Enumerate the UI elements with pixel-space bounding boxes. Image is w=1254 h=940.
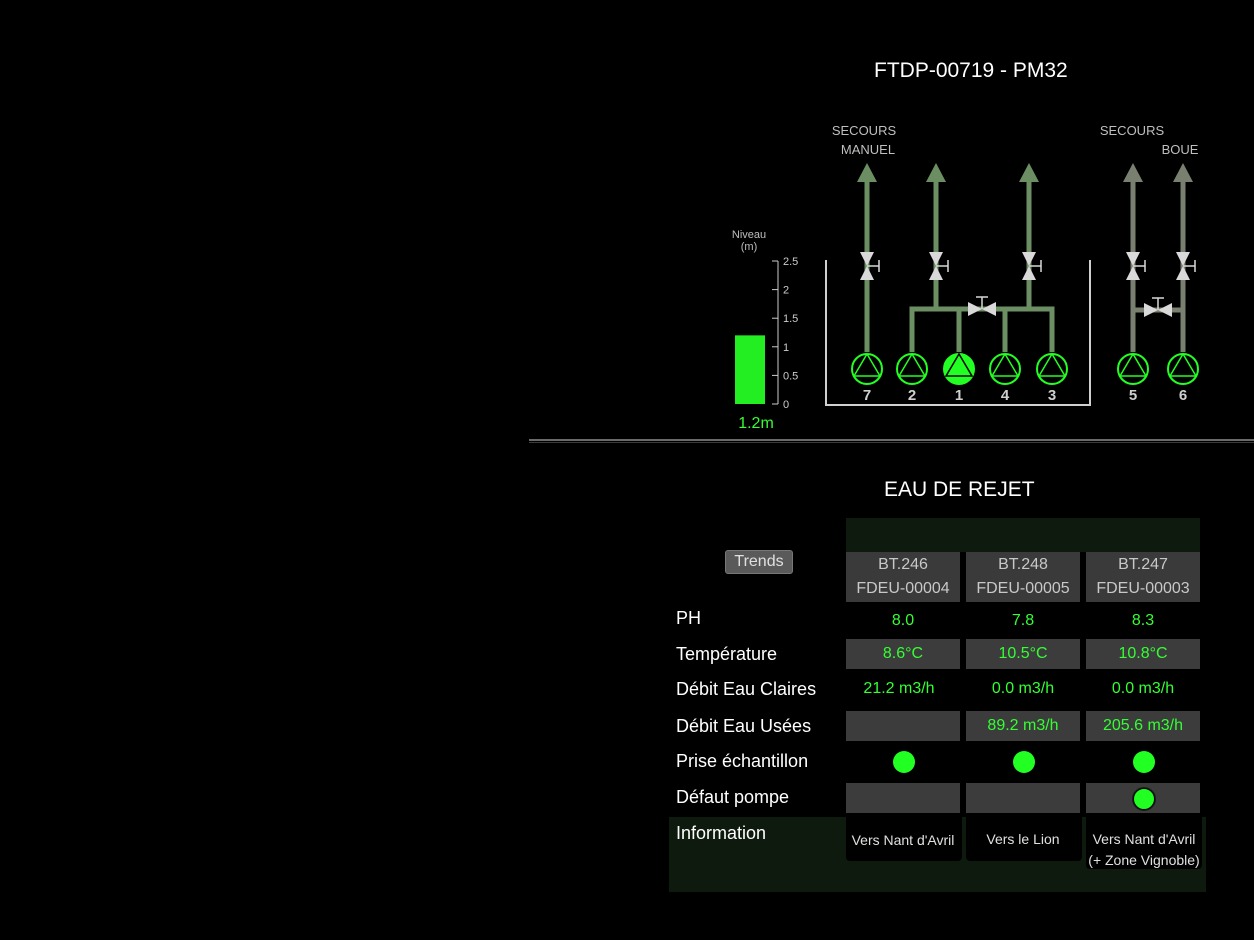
- trends-button[interactable]: Trends: [725, 550, 793, 574]
- temperature-value: 10.8°C: [1086, 639, 1200, 669]
- label-boue: BOUE: [1162, 142, 1199, 157]
- debit-claires-value: 0.0 m3/h: [1111, 680, 1175, 697]
- ph-value: 8.0: [891, 612, 915, 629]
- information-text: Vers le Lion: [965, 829, 1081, 850]
- pump-number: 3: [1048, 387, 1056, 404]
- column-header-line1: BT.246: [878, 556, 928, 573]
- ph-value: 7.8: [1011, 612, 1035, 629]
- section-divider: [529, 439, 1254, 441]
- debit-claires-value: 0.0 m3/h: [991, 680, 1055, 697]
- level-scale: 2.5 2 1.5 1 0.5 0: [772, 256, 798, 411]
- row-label-defaut: Défaut pompe: [676, 787, 790, 807]
- pipes-main: [864, 180, 1055, 352]
- pump-number: 6: [1179, 387, 1187, 404]
- pump-number: 7: [863, 387, 871, 404]
- pump-2[interactable]: 2: [896, 352, 928, 404]
- level-tick-label: 0.5: [783, 370, 798, 382]
- row-label-debit-usees: Débit Eau Usées: [676, 716, 812, 736]
- column-header-line1: BT.248: [998, 556, 1048, 573]
- prise-echantillon-indicator: [1013, 751, 1035, 773]
- label-secours-manuel-1: SECOURS: [832, 123, 897, 138]
- section-title: EAU DE REJET: [884, 478, 1035, 501]
- row-label-ph: PH: [676, 608, 702, 628]
- pump-icon: [943, 353, 975, 385]
- defaut-pompe-indicator: [1132, 787, 1156, 811]
- prise-echantillon-indicator: [893, 751, 915, 773]
- debit-usees-value: [846, 711, 960, 741]
- row-label-debit-claires: Débit Eau Claires: [676, 679, 817, 699]
- column-header-1[interactable]: BT.246 FDEU-00004: [846, 552, 960, 602]
- pump-number: 1: [955, 387, 963, 404]
- pump-6[interactable]: 6: [1167, 352, 1199, 404]
- label-secours-manuel-2: MANUEL: [841, 142, 895, 157]
- table-header-panel: [846, 518, 1200, 552]
- valve-icon: [1022, 252, 1042, 280]
- section-divider-shadow: [529, 442, 1254, 443]
- prise-echantillon-indicator: [1133, 751, 1155, 773]
- pump-1[interactable]: 1: [943, 352, 975, 404]
- row-label-information: Information: [676, 823, 767, 843]
- valve-icon: [1176, 252, 1196, 280]
- column-header-2[interactable]: BT.248 FDEU-00005: [966, 552, 1080, 602]
- pump-icon: [1036, 353, 1068, 385]
- row-label-temperature: Température: [676, 644, 778, 664]
- pump-icon: [1117, 353, 1149, 385]
- row-label-prise: Prise échantillon: [676, 751, 809, 771]
- information-text: Vers Nant d'Avril (+ Zone Vignoble): [1086, 829, 1202, 871]
- level-value: 1.2m: [738, 415, 774, 432]
- temperature-value: 10.5°C: [966, 639, 1080, 669]
- pump-number: 5: [1129, 387, 1137, 404]
- column-header-line2: FDEU-00004: [856, 580, 950, 597]
- ph-value: 8.3: [1131, 612, 1155, 629]
- defaut-pompe-cell: [966, 783, 1080, 813]
- pumps: 7 2 1 4 3 5 6: [851, 352, 1199, 404]
- temperature-value: 8.6°C: [846, 639, 960, 669]
- level-title-2: (m): [741, 241, 758, 253]
- arrow-up-icon: [857, 163, 877, 182]
- level-tick-label: 1.5: [783, 313, 798, 325]
- defaut-pompe-cell: [846, 783, 960, 813]
- information-line1: Vers le Lion: [986, 831, 1060, 847]
- level-tick-label: 1: [783, 342, 789, 354]
- valve-icon: [1144, 297, 1172, 317]
- information-line1: Vers Nant d'Avril: [851, 832, 955, 848]
- valve-icon: [929, 252, 949, 280]
- pump-number: 4: [1001, 387, 1010, 404]
- debit-usees-value: 89.2 m3/h: [966, 711, 1080, 741]
- information-line1: Vers Nant d'Avril: [1092, 831, 1196, 847]
- valve-icon: [860, 252, 880, 280]
- pump-5[interactable]: 5: [1117, 352, 1149, 404]
- arrow-up-icon: [1019, 163, 1039, 182]
- pump-3[interactable]: 3: [1036, 352, 1068, 404]
- pump-icon: [989, 353, 1021, 385]
- column-header-line2: FDEU-00003: [1096, 580, 1190, 597]
- arrow-up-icon: [1173, 163, 1193, 182]
- pump-7[interactable]: 7: [851, 352, 883, 404]
- label-secours-boue-1: SECOURS: [1100, 123, 1165, 138]
- arrow-up-icon: [1123, 163, 1143, 182]
- column-header-line1: BT.247: [1118, 556, 1168, 573]
- pump-4[interactable]: 4: [989, 352, 1021, 404]
- level-bar: [735, 335, 765, 404]
- pump-icon: [896, 353, 928, 385]
- pump-station-diagram: SECOURS MANUEL SECOURS BOUE Niveau (m) 2…: [732, 123, 1199, 432]
- valve-icon: [968, 296, 996, 316]
- column-header-line2: FDEU-00005: [976, 580, 1070, 597]
- pump-number: 2: [908, 387, 916, 404]
- pump-icon: [1167, 353, 1199, 385]
- column-header-3[interactable]: BT.247 FDEU-00003: [1086, 552, 1200, 602]
- level-tick-label: 0: [783, 399, 789, 411]
- level-title-1: Niveau: [732, 229, 766, 241]
- pump-icon: [851, 353, 883, 385]
- level-tick-label: 2: [783, 285, 789, 297]
- arrow-up-icon: [926, 163, 946, 182]
- information-text: Vers Nant d'Avril: [845, 830, 961, 851]
- valve-icon: [1126, 252, 1146, 280]
- level-tick-label: 2.5: [783, 256, 798, 268]
- arrow-icons: [857, 163, 1193, 182]
- information-line2: (+ Zone Vignoble): [1088, 852, 1200, 868]
- debit-usees-value: 205.6 m3/h: [1086, 711, 1200, 741]
- debit-claires-value: 21.2 m3/h: [863, 680, 935, 697]
